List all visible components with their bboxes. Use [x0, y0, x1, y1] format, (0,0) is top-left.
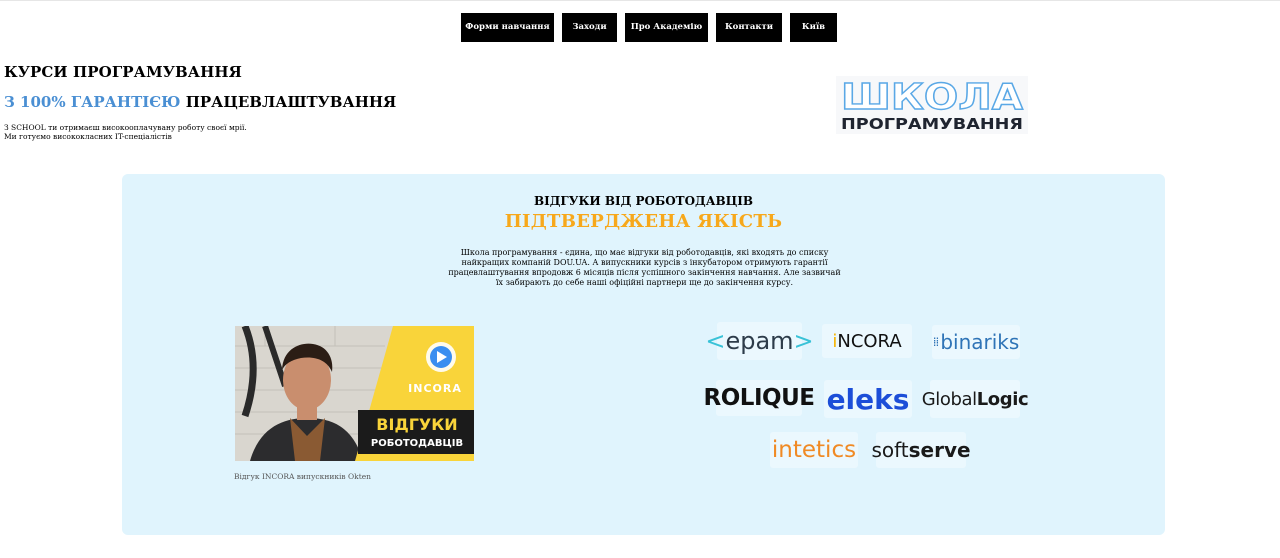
hero-description-line: Ми готуємо висококласних IT-спеціалістів: [4, 132, 172, 141]
top-divider: [0, 0, 1280, 1]
video-banner-line1: ВІДГУКИ: [376, 415, 457, 434]
hero-subtitle: З 100% ГАРАНТІЄЮ ПРАЦЕВЛАШТУВАННЯ: [4, 93, 396, 111]
hero-description: З SCHOOL ти отримаєш високооплачувану ро…: [4, 123, 247, 141]
review-video[interactable]: INCORA ВІДГУКИ РОБОТОДАВЦІВ: [235, 326, 474, 461]
main-nav: Форми навчання Заходи Про Академію Конта…: [461, 13, 837, 42]
hero-subtitle-rest: ПРАЦЕВЛАШТУВАННЯ: [180, 93, 397, 111]
partners-logos: < epam > i NCORA ⁞⁞ binariks ROLIQUE eleks G…: [704, 322, 1032, 472]
partner-logo-softserve: soft serve: [871, 432, 971, 468]
partner-logo-intetics: intetics: [770, 432, 858, 468]
partner-logo-binariks: ⁞⁞ binariks: [932, 325, 1020, 359]
partner-logo-epam: < epam >: [705, 322, 814, 360]
partner-logo-incora-text: NCORA: [837, 330, 902, 352]
partner-logo-softserve-a: soft: [871, 438, 909, 462]
partner-logo-epam-text: epam: [725, 327, 794, 355]
video-brand-label: INCORA: [408, 382, 462, 395]
hero-description-line: З SCHOOL ти отримаєш високооплачувану ро…: [4, 123, 247, 132]
partner-logo-binariks-text: binariks: [940, 330, 1020, 354]
nav-contacts[interactable]: Контакти: [716, 13, 782, 42]
section-kicker: ВІДГУКИ ВІД РОБОТОДАВЦІВ: [534, 194, 753, 208]
hero-title: КУРСИ ПРОГРАМУВАННЯ: [4, 63, 242, 81]
video-caption: Відгук INCORA випускників Okten: [234, 472, 371, 481]
partner-logo-globallogic: Global Logic: [922, 380, 1029, 418]
partner-logo-globallogic-b: Logic: [976, 388, 1029, 410]
hero-subtitle-accent: З 100% ГАРАНТІЄЮ: [4, 93, 181, 111]
partner-logo-eleks: eleks: [824, 380, 912, 418]
partner-logo-globallogic-a: Global: [921, 388, 977, 410]
school-logo-word2: ПРОГРАМУВАННЯ: [841, 115, 1023, 133]
school-logo-word1: ШКОЛА: [841, 77, 1023, 118]
partner-logo-rolique: ROLIQUE: [704, 380, 815, 416]
nav-forms-of-study[interactable]: Форми навчання: [461, 13, 554, 42]
school-logo: ШКОЛА ПРОГРАМУВАННЯ: [836, 76, 1028, 134]
employer-reviews-section: ВІДГУКИ ВІД РОБОТОДАВЦІВ ПІДТВЕРДЖЕНА ЯК…: [122, 174, 1165, 535]
nav-city-kyiv[interactable]: Київ: [790, 13, 837, 42]
nav-events[interactable]: Заходи: [562, 13, 617, 42]
partner-logo-softserve-b: serve: [908, 438, 971, 462]
nav-about-academy[interactable]: Про Академію: [625, 13, 708, 42]
section-title: ПІДТВЕРДЖЕНА ЯКІСТЬ: [504, 211, 783, 232]
partner-logo-incora: i NCORA: [822, 324, 912, 358]
video-banner-line2: РОБОТОДАВЦІВ: [371, 438, 463, 449]
section-text: Школа програмування - єдина, що має відг…: [448, 248, 841, 287]
